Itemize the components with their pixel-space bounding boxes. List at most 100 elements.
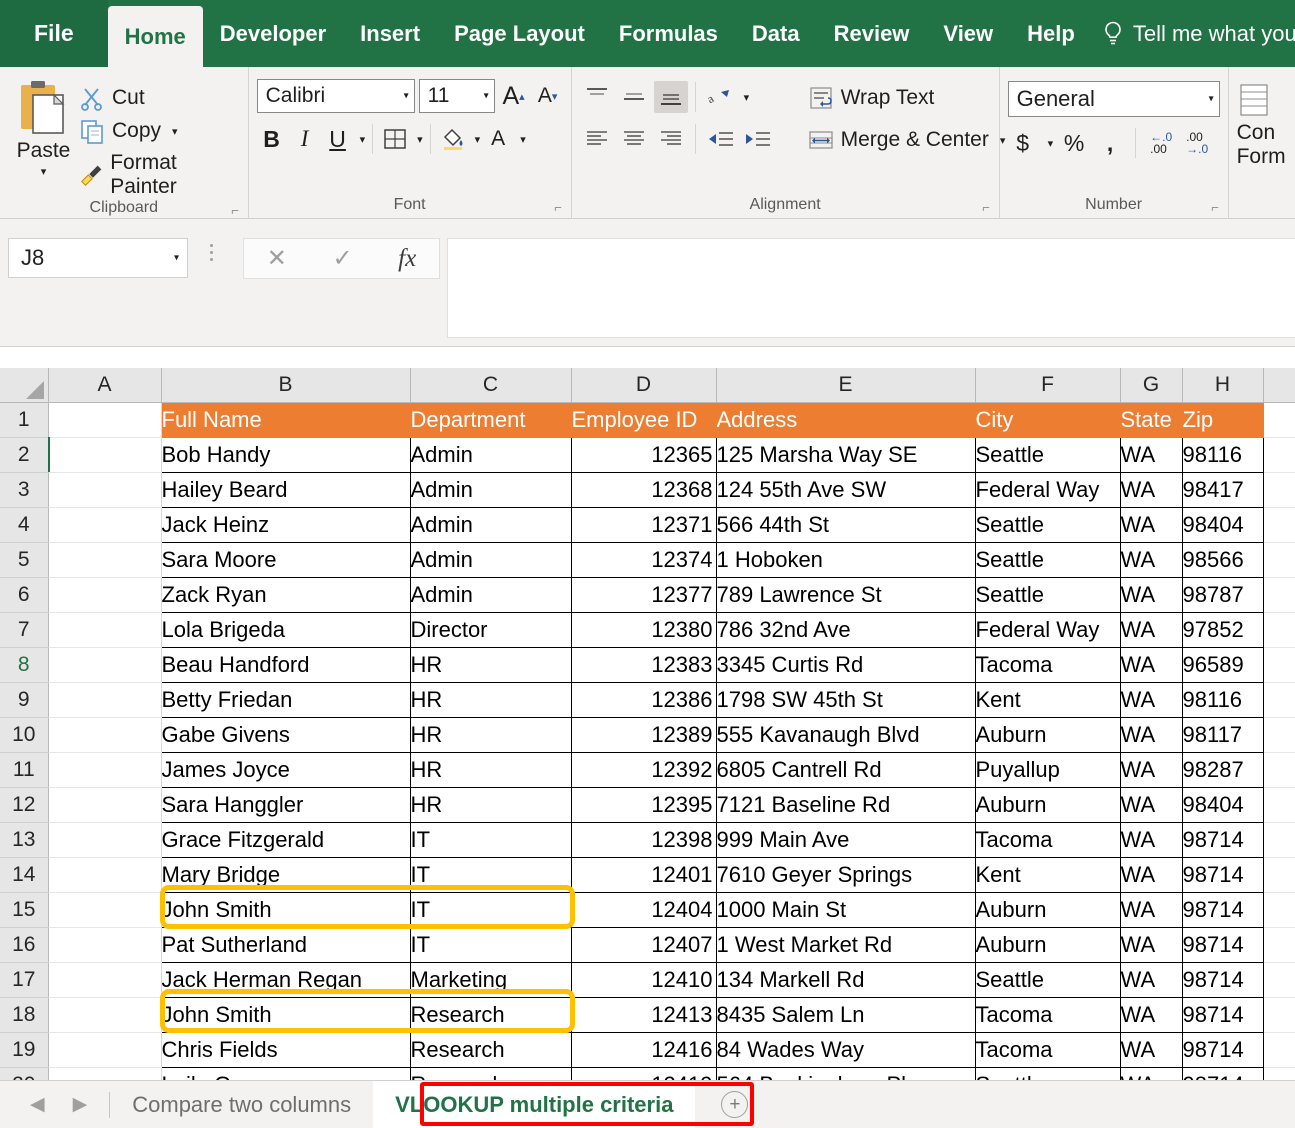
cell-b11[interactable]: James Joyce: [161, 752, 410, 787]
row-header-3[interactable]: 3: [0, 472, 48, 507]
align-left-button[interactable]: [580, 123, 614, 155]
tab-home[interactable]: Home: [108, 6, 203, 67]
cell-f6[interactable]: Seattle: [975, 577, 1120, 612]
cell-f5[interactable]: Seattle: [975, 542, 1120, 577]
cell-e3[interactable]: 124 55th Ave SW: [716, 472, 975, 507]
cell-i16[interactable]: [1263, 927, 1295, 962]
cell-c6[interactable]: Admin: [410, 577, 571, 612]
font-size-chevron-down-icon[interactable]: ▾: [484, 91, 489, 102]
cell-h9[interactable]: 98116: [1182, 682, 1263, 717]
cell-a18[interactable]: [48, 997, 161, 1032]
cell-h8[interactable]: 96589: [1182, 647, 1263, 682]
cell-f13[interactable]: Tacoma: [975, 822, 1120, 857]
insert-function-button[interactable]: fx: [398, 245, 416, 273]
cell-b5[interactable]: Sara Moore: [161, 542, 410, 577]
add-sheet-button[interactable]: +: [721, 1091, 748, 1118]
cell-f1[interactable]: City: [975, 402, 1120, 437]
row-header-20[interactable]: 20: [0, 1067, 48, 1080]
cell-f8[interactable]: Tacoma: [975, 647, 1120, 682]
cell-e19[interactable]: 84 Wades Way: [716, 1032, 975, 1067]
cell-d19[interactable]: 12416: [571, 1032, 716, 1067]
cell-f10[interactable]: Auburn: [975, 717, 1120, 752]
tab-insert[interactable]: Insert: [343, 0, 437, 67]
cell-i5[interactable]: [1263, 542, 1295, 577]
row-header-17[interactable]: 17: [0, 962, 48, 997]
cell-d16[interactable]: 12407: [571, 927, 716, 962]
cell-i13[interactable]: [1263, 822, 1295, 857]
row-header-4[interactable]: 4: [0, 507, 48, 542]
cell-e18[interactable]: 8435 Salem Ln: [716, 997, 975, 1032]
paste-chevron-down-icon[interactable]: ▾: [41, 165, 47, 178]
cell-d1[interactable]: Employee ID: [571, 402, 716, 437]
cell-i4[interactable]: [1263, 507, 1295, 542]
cell-c3[interactable]: Admin: [410, 472, 571, 507]
cell-i19[interactable]: [1263, 1032, 1295, 1067]
font-name-combobox[interactable]: Calibri ▾: [257, 79, 415, 113]
column-header-a[interactable]: A: [48, 368, 161, 402]
cell-g16[interactable]: WA: [1120, 927, 1182, 962]
borders-button[interactable]: [380, 123, 410, 155]
cell-g1[interactable]: State: [1120, 402, 1182, 437]
bold-button[interactable]: B: [257, 123, 287, 155]
wrap-text-button[interactable]: Wrap Text: [808, 85, 1006, 111]
cell-i18[interactable]: [1263, 997, 1295, 1032]
cell-c20[interactable]: Research: [410, 1067, 571, 1080]
cell-c14[interactable]: IT: [410, 857, 571, 892]
number-format-chevron-down-icon[interactable]: ▾: [1209, 94, 1214, 105]
cell-h12[interactable]: 98404: [1182, 787, 1263, 822]
row-header-6[interactable]: 6: [0, 577, 48, 612]
cell-d12[interactable]: 12395: [571, 787, 716, 822]
cell-c11[interactable]: HR: [410, 752, 571, 787]
column-header-c[interactable]: C: [410, 368, 571, 402]
underline-chevron-down-icon[interactable]: ▾: [360, 133, 366, 146]
column-header-h[interactable]: H: [1182, 368, 1263, 402]
cell-e8[interactable]: 3345 Curtis Rd: [716, 647, 975, 682]
cell-d18[interactable]: 12413: [571, 997, 716, 1032]
cell-d8[interactable]: 12383: [571, 647, 716, 682]
cell-g12[interactable]: WA: [1120, 787, 1182, 822]
row-header-11[interactable]: 11: [0, 752, 48, 787]
cancel-formula-button[interactable]: ✕: [267, 244, 287, 273]
next-sheet-button[interactable]: ▶: [73, 1093, 88, 1116]
cell-c17[interactable]: Marketing: [410, 962, 571, 997]
cell-g4[interactable]: WA: [1120, 507, 1182, 542]
cell-f4[interactable]: Seattle: [975, 507, 1120, 542]
cell-e16[interactable]: 1 West Market Rd: [716, 927, 975, 962]
cell-c7[interactable]: Director: [410, 612, 571, 647]
cell-g6[interactable]: WA: [1120, 577, 1182, 612]
cell-b6[interactable]: Zack Ryan: [161, 577, 410, 612]
column-header-f[interactable]: F: [975, 368, 1120, 402]
tab-developer[interactable]: Developer: [203, 0, 343, 67]
cell-a19[interactable]: [48, 1032, 161, 1067]
cell-e9[interactable]: 1798 SW 45th St: [716, 682, 975, 717]
column-header-g[interactable]: G: [1120, 368, 1182, 402]
cell-g3[interactable]: WA: [1120, 472, 1182, 507]
cell-a12[interactable]: [48, 787, 161, 822]
cell-b3[interactable]: Hailey Beard: [161, 472, 410, 507]
cell-i6[interactable]: [1263, 577, 1295, 612]
cell-c8[interactable]: HR: [410, 647, 571, 682]
row-header-9[interactable]: 9: [0, 682, 48, 717]
cell-i7[interactable]: [1263, 612, 1295, 647]
tab-page-layout[interactable]: Page Layout: [437, 0, 602, 67]
spreadsheet-grid[interactable]: A B C D E F G H 1 Full Name Department E…: [0, 368, 1295, 1080]
name-box-chevron-down-icon[interactable]: ▾: [174, 253, 179, 264]
cell-g20[interactable]: WA: [1120, 1067, 1182, 1080]
cell-g11[interactable]: WA: [1120, 752, 1182, 787]
cell-h1[interactable]: Zip: [1182, 402, 1263, 437]
comma-style-button[interactable]: ,: [1095, 127, 1125, 159]
row-header-16[interactable]: 16: [0, 927, 48, 962]
cell-g19[interactable]: WA: [1120, 1032, 1182, 1067]
number-format-combobox[interactable]: General ▾: [1008, 81, 1220, 117]
cell-e10[interactable]: 555 Kavanaugh Blvd: [716, 717, 975, 752]
row-header-5[interactable]: 5: [0, 542, 48, 577]
cell-a1[interactable]: [48, 402, 161, 437]
cell-h16[interactable]: 98714: [1182, 927, 1263, 962]
cell-f18[interactable]: Tacoma: [975, 997, 1120, 1032]
cell-f9[interactable]: Kent: [975, 682, 1120, 717]
cell-i12[interactable]: [1263, 787, 1295, 822]
row-header-19[interactable]: 19: [0, 1032, 48, 1067]
cell-d11[interactable]: 12392: [571, 752, 716, 787]
cell-a16[interactable]: [48, 927, 161, 962]
cell-a20[interactable]: [48, 1067, 161, 1080]
